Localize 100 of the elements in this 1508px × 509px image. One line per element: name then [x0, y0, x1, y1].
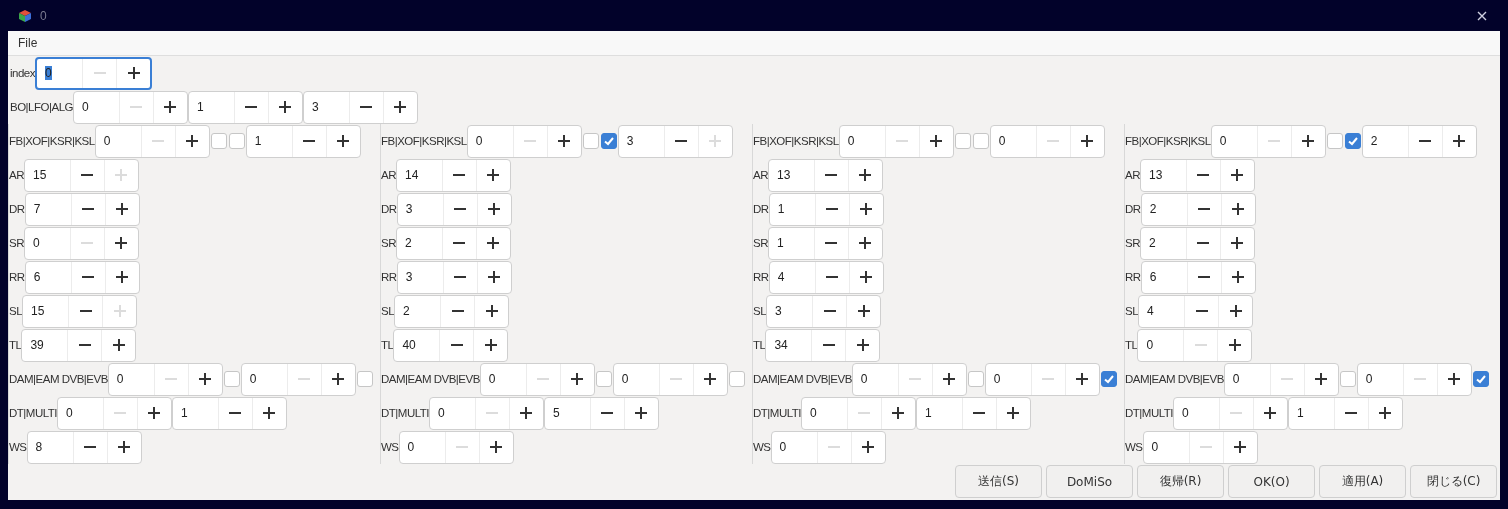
spin-box[interactable]: 7 [24, 192, 140, 226]
number-field[interactable]: 4 [769, 261, 815, 293]
number-field[interactable]: 3 [618, 125, 664, 157]
number-field[interactable]: 3 [303, 91, 349, 123]
checkbox[interactable] [600, 133, 617, 149]
spin-box[interactable]: 40 [393, 328, 509, 362]
spin-box[interactable]: 0 [24, 226, 139, 260]
spin-box[interactable]: 0 [770, 430, 886, 464]
spin-box[interactable]: 0 [466, 124, 582, 158]
spin-box[interactable]: 0 [1142, 430, 1258, 464]
number-field[interactable]: 0 [801, 397, 847, 429]
checkbox[interactable] [1472, 371, 1489, 387]
spin-box[interactable]: 0 [72, 90, 188, 124]
number-field[interactable]: 0 [985, 363, 1031, 395]
number-field[interactable]: 0 [73, 91, 119, 123]
number-field[interactable]: 2 [1141, 193, 1187, 225]
checkbox[interactable] [972, 133, 989, 149]
spin-box[interactable]: 0 [800, 396, 916, 430]
spin-box[interactable]: 8 [26, 430, 142, 464]
number-field[interactable]: 0 [467, 125, 513, 157]
number-field[interactable]: 5 [544, 397, 590, 429]
number-field[interactable]: 2 [1141, 227, 1186, 259]
spin-box[interactable]: 2 [1361, 124, 1477, 158]
dialog-button[interactable]: 送信(S) [955, 465, 1042, 498]
checkbox[interactable] [356, 371, 373, 387]
spin-box[interactable]: 15 [24, 158, 139, 192]
number-field[interactable]: 1 [769, 193, 815, 225]
spin-box[interactable]: 6 [24, 260, 140, 294]
number-field[interactable]: 1 [188, 91, 234, 123]
spin-box[interactable]: 0 [428, 396, 544, 430]
spin-box[interactable]: 0 [989, 124, 1105, 158]
spin-box[interactable]: 39 [21, 328, 137, 362]
number-field[interactable]: 0 [1211, 125, 1257, 157]
number-field[interactable]: 6 [1141, 261, 1187, 293]
number-field[interactable]: 0 [1357, 363, 1403, 395]
spin-box[interactable]: 4 [1138, 294, 1254, 328]
number-field[interactable]: 2 [395, 295, 441, 327]
number-field[interactable]: 7 [25, 193, 71, 225]
number-field[interactable]: 0 [613, 363, 659, 395]
number-field[interactable]: 14 [397, 159, 442, 191]
number-field[interactable]: 6 [25, 261, 71, 293]
spin-box[interactable]: 1 [187, 90, 303, 124]
spin-box[interactable]: 6 [1140, 260, 1256, 294]
number-field[interactable]: 3 [767, 295, 813, 327]
number-field[interactable]: 13 [1141, 159, 1186, 191]
spin-box[interactable]: 2 [1140, 192, 1256, 226]
checkbox[interactable] [228, 133, 245, 149]
number-field[interactable]: 0 [37, 58, 82, 88]
number-field[interactable]: 0 [839, 125, 885, 157]
checkbox[interactable] [210, 133, 227, 149]
number-field[interactable]: 40 [394, 329, 440, 361]
spin-box[interactable]: 2 [1140, 226, 1255, 260]
number-field[interactable]: 0 [1224, 363, 1270, 395]
checkbox[interactable] [954, 133, 971, 149]
spin-box[interactable]: 0 [94, 124, 210, 158]
spin-box[interactable]: 0 [851, 362, 967, 396]
spin-box[interactable]: 0 [838, 124, 954, 158]
number-field[interactable]: 0 [429, 397, 475, 429]
spin-box[interactable]: 15 [22, 294, 138, 328]
number-field[interactable]: 0 [25, 227, 70, 259]
spin-box[interactable]: 1 [1287, 396, 1403, 430]
number-field[interactable]: 0 [95, 125, 141, 157]
number-field[interactable]: 13 [769, 159, 814, 191]
number-field[interactable]: 2 [1362, 125, 1408, 157]
checkbox[interactable] [582, 133, 599, 149]
number-field[interactable]: 3 [397, 193, 443, 225]
spin-box[interactable]: 1 [768, 226, 883, 260]
menu-item[interactable]: File [8, 36, 48, 50]
number-field[interactable]: 1 [172, 397, 218, 429]
spin-box[interactable]: 3 [302, 90, 418, 124]
spin-box[interactable]: 13 [1140, 158, 1255, 192]
dialog-button[interactable]: OK(O) [1228, 465, 1315, 498]
spin-box[interactable]: 3 [396, 192, 512, 226]
number-field[interactable]: 0 [480, 363, 526, 395]
spin-box[interactable]: 2 [394, 294, 510, 328]
number-field[interactable]: 34 [766, 329, 812, 361]
checkbox[interactable] [1326, 133, 1343, 149]
number-field[interactable]: 1 [769, 227, 814, 259]
checkbox[interactable] [1344, 133, 1361, 149]
number-field[interactable]: 15 [25, 159, 70, 191]
number-field[interactable]: 8 [27, 431, 73, 463]
dialog-button[interactable]: DoMiSo [1046, 465, 1133, 498]
number-field[interactable]: 1 [1288, 397, 1334, 429]
spin-box[interactable]: 0 [1223, 362, 1339, 396]
number-field[interactable]: 39 [22, 329, 68, 361]
number-field[interactable]: 0 [1143, 431, 1189, 463]
number-field[interactable]: 0 [771, 431, 817, 463]
spin-box[interactable]: 3 [766, 294, 882, 328]
close-icon[interactable] [1477, 10, 1487, 21]
spin-box[interactable]: 2 [396, 226, 511, 260]
dialog-button[interactable]: 適用(A) [1319, 465, 1406, 498]
dialog-button[interactable]: 閉じる(C) [1410, 465, 1497, 498]
number-field[interactable]: 0 [1173, 397, 1219, 429]
number-field[interactable]: 2 [397, 227, 442, 259]
number-field[interactable]: 0 [241, 363, 287, 395]
number-field[interactable]: 1 [246, 125, 292, 157]
spin-box[interactable]: 0 [35, 56, 152, 90]
spin-box[interactable]: 3 [617, 124, 733, 158]
number-field[interactable]: 0 [1138, 329, 1184, 361]
dialog-button[interactable]: 復帰(R) [1137, 465, 1224, 498]
